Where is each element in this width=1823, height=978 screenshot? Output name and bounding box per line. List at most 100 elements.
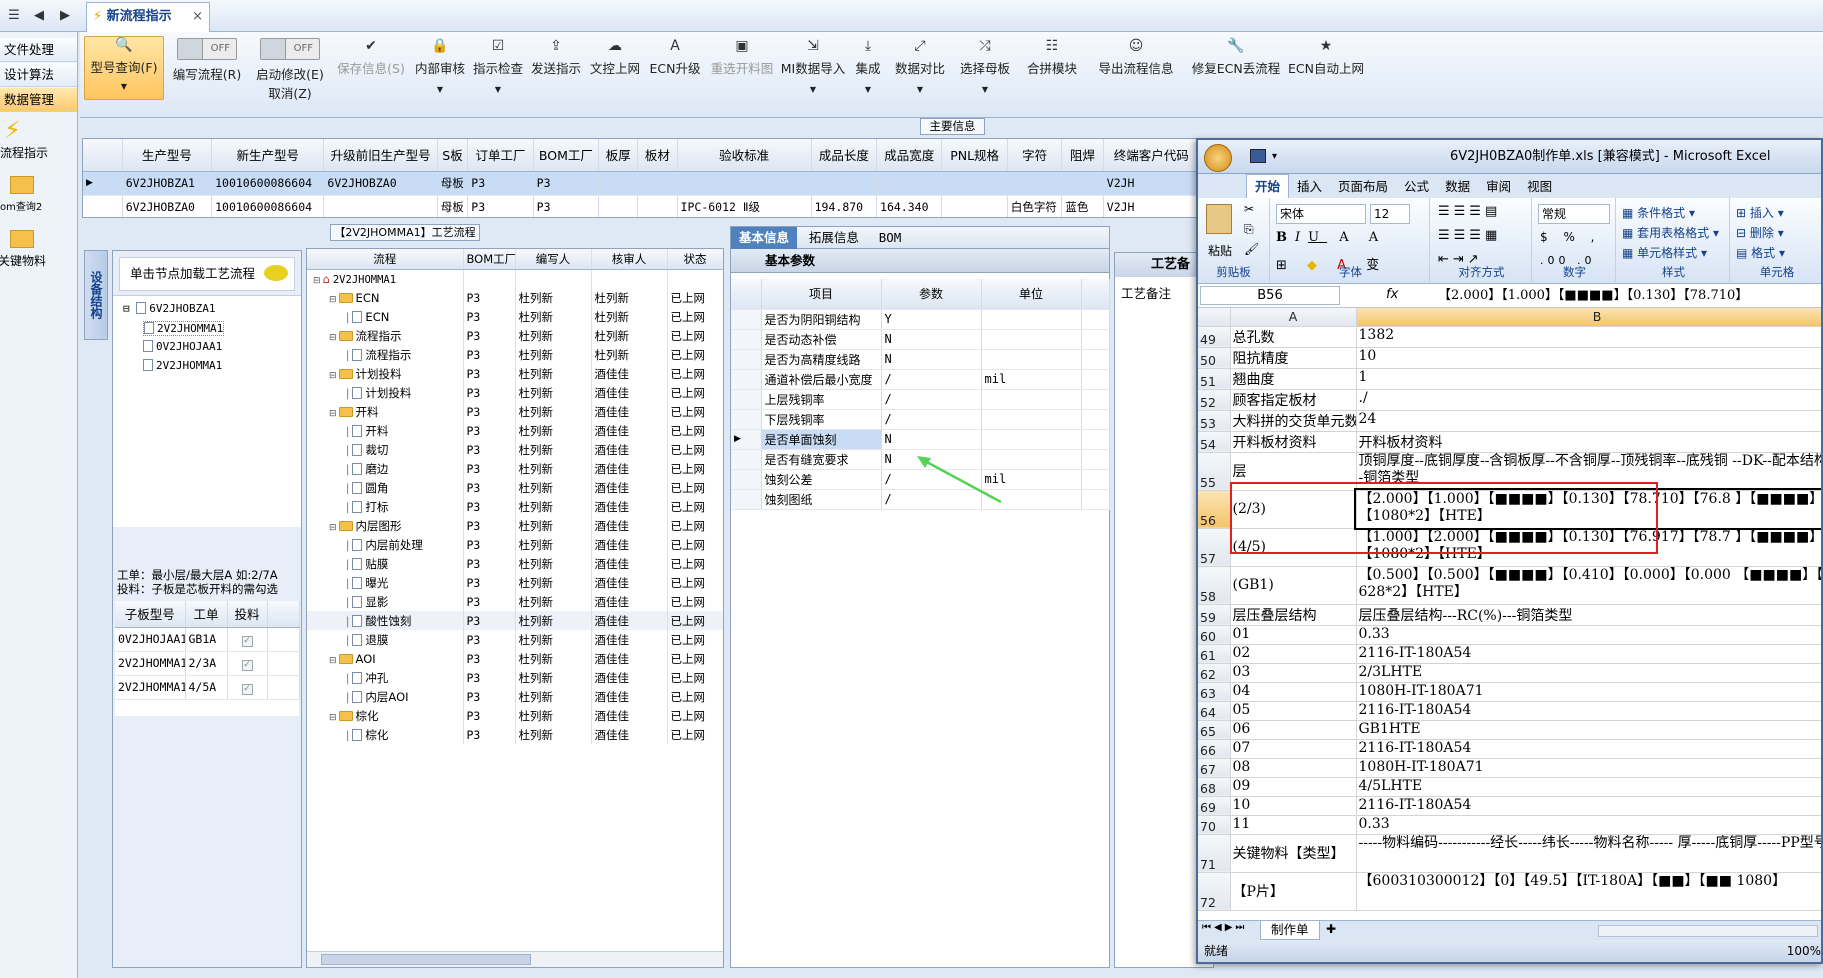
col-header[interactable]: 核审人 — [591, 249, 668, 270]
table-cell[interactable]: 6V2JHOBZA0 — [122, 195, 213, 217]
table-cell[interactable]: V2JH — [1103, 171, 1200, 196]
model-query-button[interactable]: 🔍 型号查询(F) ▼ — [84, 36, 164, 100]
flow-step[interactable]: ⊟ 棕化 — [307, 706, 464, 725]
expand-icon[interactable]: │ — [345, 485, 350, 495]
select-mother-button[interactable]: ⤮ 选择母板 ▼ — [952, 38, 1018, 114]
row-number[interactable]: 64 — [1198, 701, 1231, 721]
nav-data[interactable]: 数据管理 — [0, 88, 77, 112]
excel-tab[interactable]: 审阅 — [1478, 175, 1519, 199]
table-cell[interactable] — [1007, 171, 1063, 196]
table-cell[interactable] — [598, 171, 639, 196]
row-number[interactable]: 52 — [1198, 389, 1231, 411]
row-number[interactable]: 57 — [1198, 528, 1231, 567]
cell-b[interactable]: 2116-IT-180A54 — [1356, 739, 1821, 759]
flow-row[interactable]: │ 显影 P3 杜列新 酒佳佳 已上网 — [307, 592, 723, 611]
flow-row[interactable]: │ 打标 P3 杜列新 酒佳佳 已上网 — [307, 497, 723, 516]
nav-query[interactable]: om查询2 — [0, 172, 78, 213]
send-instruction-button[interactable]: ⇪ 发送指示 — [528, 38, 584, 114]
cell-a[interactable]: 翘曲度 — [1230, 368, 1357, 390]
flow-step[interactable]: │ 开料 — [307, 421, 464, 440]
expand-icon[interactable]: ⊟ — [329, 523, 337, 533]
feed-checkbox[interactable]: ✓ — [227, 675, 268, 700]
cell-a[interactable]: 11 — [1230, 815, 1357, 835]
column-header-a[interactable]: A — [1230, 308, 1357, 327]
flow-step[interactable]: │ 流程指示 — [307, 345, 464, 364]
tab-extended-info[interactable]: 拓展信息 — [801, 227, 867, 249]
cell-a[interactable]: 02 — [1230, 644, 1357, 664]
flow-row[interactable]: │ 流程指示 P3 杜列新 杜列新 已上网 — [307, 345, 723, 364]
flow-row[interactable]: │ 开料 P3 杜列新 酒佳佳 已上网 — [307, 421, 723, 440]
horizontal-scrollbar[interactable] — [1598, 925, 1818, 937]
table-row[interactable]: 0V2JHOJAA1 GB1A ✓ — [115, 627, 300, 652]
table-cell[interactable]: 164.340 — [876, 195, 943, 217]
param-value[interactable]: N — [881, 349, 982, 370]
flow-step[interactable]: ⊟ AOI — [307, 649, 464, 668]
col-header[interactable]: 升级前旧生产型号 — [323, 139, 438, 172]
save-info-button[interactable]: ✔ 保存信息(S) — [334, 38, 408, 114]
param-value[interactable]: N — [881, 429, 982, 450]
flow-step[interactable]: │ 曝光 — [307, 573, 464, 592]
start-edit-toggle[interactable]: OFF 启动修改(E) 取消(Z) — [248, 38, 332, 114]
table-cell[interactable]: 194.870 — [811, 195, 878, 217]
nav-file[interactable]: 文件处理 — [0, 38, 77, 62]
flow-step[interactable]: │ 显影 — [307, 592, 464, 611]
cell-a[interactable]: 总孔数 — [1230, 326, 1357, 348]
table-cell[interactable] — [811, 171, 878, 196]
sheet-tab[interactable]: 制作单 — [1260, 921, 1320, 940]
expand-icon[interactable]: │ — [345, 504, 350, 514]
nav-forward-button[interactable]: ▶ — [54, 5, 76, 27]
table-format-button[interactable]: ▦ 套用表格格式 ▾ — [1622, 224, 1719, 241]
insert-button[interactable]: ⊞ 插入 ▾ — [1736, 204, 1784, 221]
vertical-align-icons[interactable]: ☰☰☰▤ — [1438, 204, 1501, 219]
excel-tab[interactable]: 插入 — [1289, 175, 1330, 199]
fx-icon[interactable]: fx — [1386, 287, 1398, 302]
mi-import-button[interactable]: ⇲ MI数据导入 ▼ — [780, 38, 846, 114]
flow-row[interactable]: │ 磨边 P3 杜列新 酒佳佳 已上网 — [307, 459, 723, 478]
flow-step[interactable]: ⊟ 开料 — [307, 402, 464, 421]
expand-icon[interactable]: │ — [345, 732, 350, 742]
param-value[interactable]: / — [881, 369, 982, 390]
sheet-nav-icons[interactable]: ⏮◀▶⏭ — [1202, 922, 1247, 933]
expand-icon[interactable]: ⊟ — [329, 295, 337, 305]
col-header[interactable]: BOM工厂 — [533, 139, 600, 172]
table-cell[interactable]: 母板 — [437, 171, 469, 196]
col-header[interactable]: 字符 — [1007, 139, 1063, 172]
cell-b[interactable]: ./ — [1356, 389, 1821, 411]
col-header[interactable]: 流程 — [307, 249, 464, 270]
paste-button[interactable]: 粘贴 — [1208, 242, 1232, 259]
col-header[interactable]: 生产型号 — [122, 139, 213, 172]
scroll-thumb[interactable] — [321, 954, 531, 965]
expand-icon[interactable]: │ — [345, 447, 350, 457]
row-number[interactable]: 72 — [1198, 872, 1231, 911]
excel-tab[interactable]: 页面布局 — [1330, 175, 1396, 199]
name-box[interactable]: B56 — [1200, 286, 1340, 305]
zoom-level[interactable]: 100% — [1787, 940, 1821, 962]
save-icon[interactable] — [1250, 149, 1266, 163]
cell-a[interactable]: 开料板材资料 — [1230, 431, 1357, 453]
flow-step[interactable]: │ 贴膜 — [307, 554, 464, 573]
currency-percent-icons[interactable]: $ % , — [1540, 230, 1600, 244]
col-header[interactable]: 板厚 — [598, 139, 639, 172]
flow-step[interactable]: │ 酸性蚀刻 — [307, 611, 464, 630]
flow-step[interactable]: ⊟ 计划投料 — [307, 364, 464, 383]
excel-tab[interactable]: 视图 — [1519, 175, 1560, 199]
row-number[interactable]: 53 — [1198, 410, 1231, 432]
row-number[interactable]: 71 — [1198, 834, 1231, 873]
font-style-buttons[interactable]: BIU A A — [1276, 230, 1386, 245]
horizontal-scrollbar[interactable] — [307, 951, 723, 967]
expand-icon[interactable]: │ — [345, 561, 350, 571]
table-row[interactable]: 6V2JHOBZA0 10010600086604 母板 P3 P3 IPC-6012 Ⅱ… — [83, 195, 1206, 217]
flow-step[interactable]: ⊟ ⌂ 2V2JHOMMA1 — [307, 269, 464, 288]
expand-icon[interactable]: │ — [345, 675, 350, 685]
col-header[interactable]: BOM工厂 — [463, 249, 516, 270]
row-number[interactable]: 67 — [1198, 758, 1231, 778]
nav-material[interactable]: 关键物料 — [0, 226, 78, 269]
row-number[interactable]: 54 — [1198, 431, 1231, 453]
cell-a[interactable]: 【P片】 — [1230, 872, 1357, 911]
cell-b[interactable]: 1382 — [1356, 326, 1821, 348]
col-header[interactable]: 成品宽度 — [876, 139, 943, 172]
row-number[interactable]: 70 — [1198, 815, 1231, 835]
flow-step[interactable]: │ ECN — [307, 307, 464, 326]
format-button[interactable]: ▤ 格式 ▾ — [1736, 244, 1785, 261]
row-number[interactable]: 68 — [1198, 777, 1231, 797]
